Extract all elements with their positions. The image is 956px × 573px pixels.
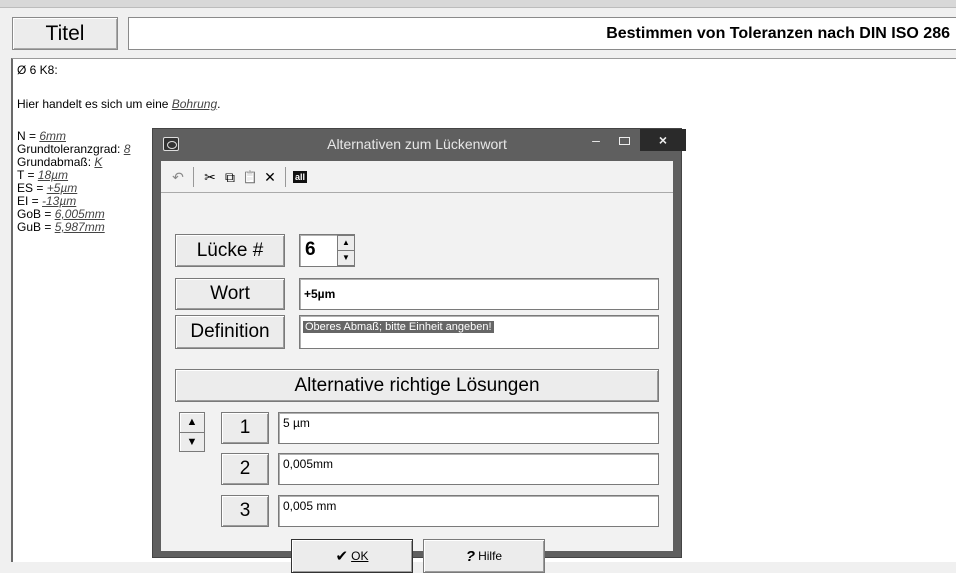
spin-down-icon[interactable]: ▼ <box>338 250 354 264</box>
wort-label: Wort <box>175 278 285 310</box>
move-down-icon[interactable]: ▼ <box>180 432 204 451</box>
help-label: Hilfe <box>478 549 503 563</box>
title-field[interactable]: Bestimmen von Toleranzen nach DIN ISO 28… <box>128 17 956 50</box>
gap-value[interactable]: 5,987mm <box>55 220 105 234</box>
alternative-number[interactable]: 2 <box>221 453 269 485</box>
field-label: GoB = <box>17 207 55 221</box>
intro-prefix: Hier handelt es sich um eine <box>17 97 172 111</box>
definition-input[interactable]: Oberes Abmaß; bitte Einheit angeben! <box>299 315 659 349</box>
definition-text: Oberes Abmaß; bitte Einheit angeben! <box>303 321 494 333</box>
cut-icon[interactable]: ✂ <box>201 167 219 187</box>
gap-value[interactable]: 6mm <box>39 129 66 143</box>
alternative-input[interactable]: 0,005mm <box>278 453 659 485</box>
undo-icon[interactable]: ↶ <box>169 167 187 187</box>
ok-button[interactable]: ✔ OK <box>291 539 413 573</box>
toolbar-separator <box>193 167 194 187</box>
move-up-icon[interactable]: ▲ <box>180 413 204 432</box>
gap-bohrung[interactable]: Bohrung <box>172 97 217 111</box>
intro-sentence: Hier handelt es sich um eine Bohrung. <box>17 98 220 111</box>
minimize-button[interactable]: – <box>583 129 609 151</box>
checkmark-icon: ✔ <box>335 548 349 565</box>
maximize-icon <box>618 137 630 145</box>
field-gub: GuB = 5,987mm <box>17 221 105 234</box>
move-arrows[interactable]: ▲ ▼ <box>179 412 205 452</box>
alternative-number[interactable]: 1 <box>221 412 269 444</box>
top-strip <box>0 0 956 8</box>
gap-value[interactable]: 8 <box>124 142 131 156</box>
intro-suffix: . <box>217 97 221 111</box>
definition-label: Definition <box>175 315 285 349</box>
spin-up-icon[interactable]: ▲ <box>338 236 354 250</box>
dialog-titlebar[interactable]: Alternativen zum Lückenwort – × <box>153 129 686 159</box>
gap-value[interactable]: +5µm <box>47 181 78 195</box>
delete-icon[interactable]: ✕ <box>261 167 279 187</box>
field-label: EI = <box>17 194 43 208</box>
alternative-input[interactable]: 0,005 mm <box>278 495 659 527</box>
paste-icon[interactable]: 📋 <box>241 167 259 187</box>
toolbar: ↶ ✂ ⧉ 📋 ✕ all <box>161 161 673 193</box>
field-label: GuB = <box>17 220 55 234</box>
gap-value[interactable]: 6,005mm <box>55 207 105 221</box>
luecke-spinner[interactable]: ▲ ▼ <box>337 235 355 266</box>
help-button[interactable]: ? Hilfe <box>423 539 545 573</box>
close-button[interactable]: × <box>640 129 686 151</box>
alternative-input[interactable]: 5 µm <box>278 412 659 444</box>
field-label: Grundtoleranzgrad: <box>17 142 124 156</box>
alternative-number[interactable]: 3 <box>221 495 269 527</box>
field-label: Grundabmaß: <box>17 155 95 169</box>
exercise-heading: Ø 6 K8: <box>17 63 58 77</box>
gap-value[interactable]: 18µm <box>38 168 68 182</box>
gap-value[interactable]: K <box>94 155 102 169</box>
alternatives-dialog: Alternativen zum Lückenwort – × ↶ ✂ ⧉ 📋 … <box>152 128 686 573</box>
field-label: ES = <box>17 181 47 195</box>
toolbar-separator <box>285 167 286 187</box>
maximize-button[interactable] <box>611 129 637 151</box>
select-all-icon[interactable]: all <box>293 171 308 183</box>
alternatives-header: Alternative richtige Lösungen <box>175 369 659 402</box>
luecke-label: Lücke # <box>175 234 285 267</box>
titel-button[interactable]: Titel <box>12 17 118 50</box>
ok-label: OK <box>351 549 369 563</box>
field-label: N = <box>17 129 40 143</box>
wort-input[interactable]: +5µm <box>299 278 659 310</box>
gap-value[interactable]: -13µm <box>42 194 76 208</box>
dialog-body: ↶ ✂ ⧉ 📋 ✕ all Lücke # 6 ▲ ▼ Wort +5µm De… <box>161 161 673 573</box>
copy-icon[interactable]: ⧉ <box>221 167 239 187</box>
field-label: T = <box>17 168 38 182</box>
